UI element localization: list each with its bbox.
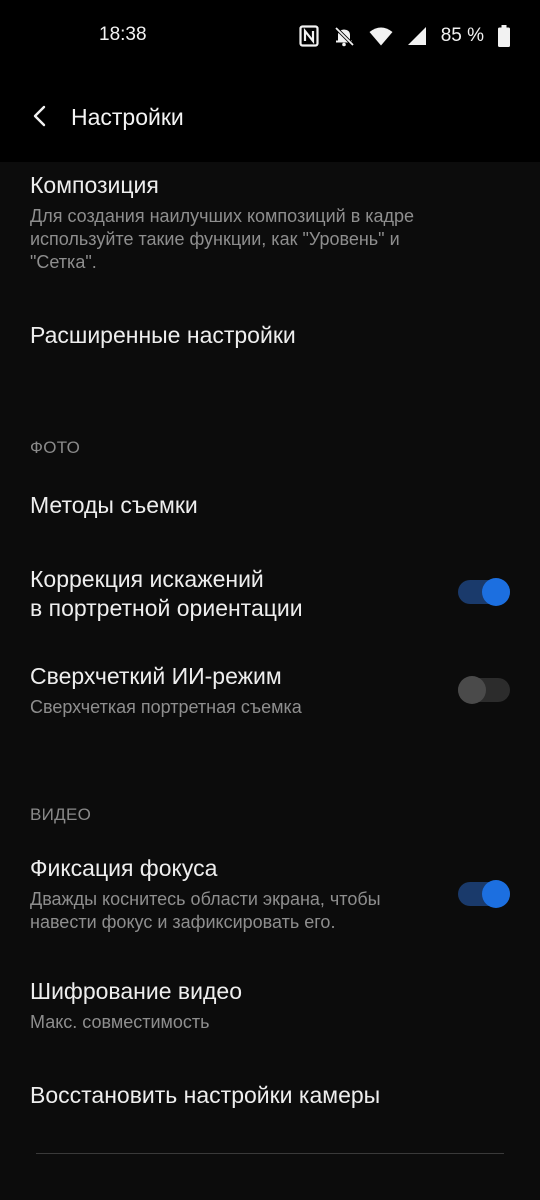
setting-restore-camera[interactable]: Восстановить настройки камеры (30, 1081, 540, 1110)
status-icons: 85 % (299, 22, 510, 50)
setting-video-encoding[interactable]: Шифрование видео Макс. совместимость (30, 977, 540, 1034)
focus-lock-toggle[interactable] (458, 880, 510, 908)
status-time: 18:38 (99, 24, 147, 45)
section-header-video: ВИДЕО (30, 805, 92, 824)
app-bar: Настройки (0, 72, 540, 162)
setting-shooting-methods[interactable]: Методы съемки (30, 491, 540, 520)
bell-off-icon (333, 25, 355, 47)
toggle-knob (482, 578, 510, 606)
setting-advanced[interactable]: Расширенные настройки (30, 321, 540, 350)
setting-title: Фиксация фокуса (30, 855, 218, 881)
setting-subtitle: Сверхчеткая портретная съемка (30, 697, 302, 717)
setting-title: Методы съемки (30, 492, 198, 518)
setting-subtitle: Макс. совместимость (30, 1012, 210, 1032)
divider (36, 1153, 504, 1154)
toggle-knob (482, 880, 510, 908)
nfc-icon (299, 25, 319, 47)
setting-subtitle: Для создания наилучших композиций в кадр… (30, 206, 415, 272)
toggle-knob (458, 676, 486, 704)
setting-composition[interactable]: Композиция Для создания наилучших композ… (30, 171, 540, 274)
page-title: Настройки (71, 104, 184, 130)
back-arrow-icon (32, 105, 48, 132)
distortion-toggle[interactable] (458, 578, 510, 606)
back-button[interactable] (22, 100, 58, 136)
battery-percent: 85 % (440, 25, 484, 46)
setting-title: Восстановить настройки камеры (30, 1082, 381, 1108)
battery-icon (498, 25, 510, 47)
ai-mode-toggle[interactable] (458, 676, 510, 704)
wifi-icon (369, 26, 393, 46)
setting-title: Шифрование видео (30, 978, 242, 1004)
status-bar: 18:38 85 % (0, 0, 540, 72)
setting-title: Композиция (30, 172, 159, 198)
setting-subtitle: Дважды коснитесь области экрана, чтобы н… (30, 889, 381, 932)
setting-title: Расширенные настройки (30, 322, 296, 348)
section-header-photo: ФОТО (30, 438, 81, 457)
signal-icon (407, 26, 427, 46)
